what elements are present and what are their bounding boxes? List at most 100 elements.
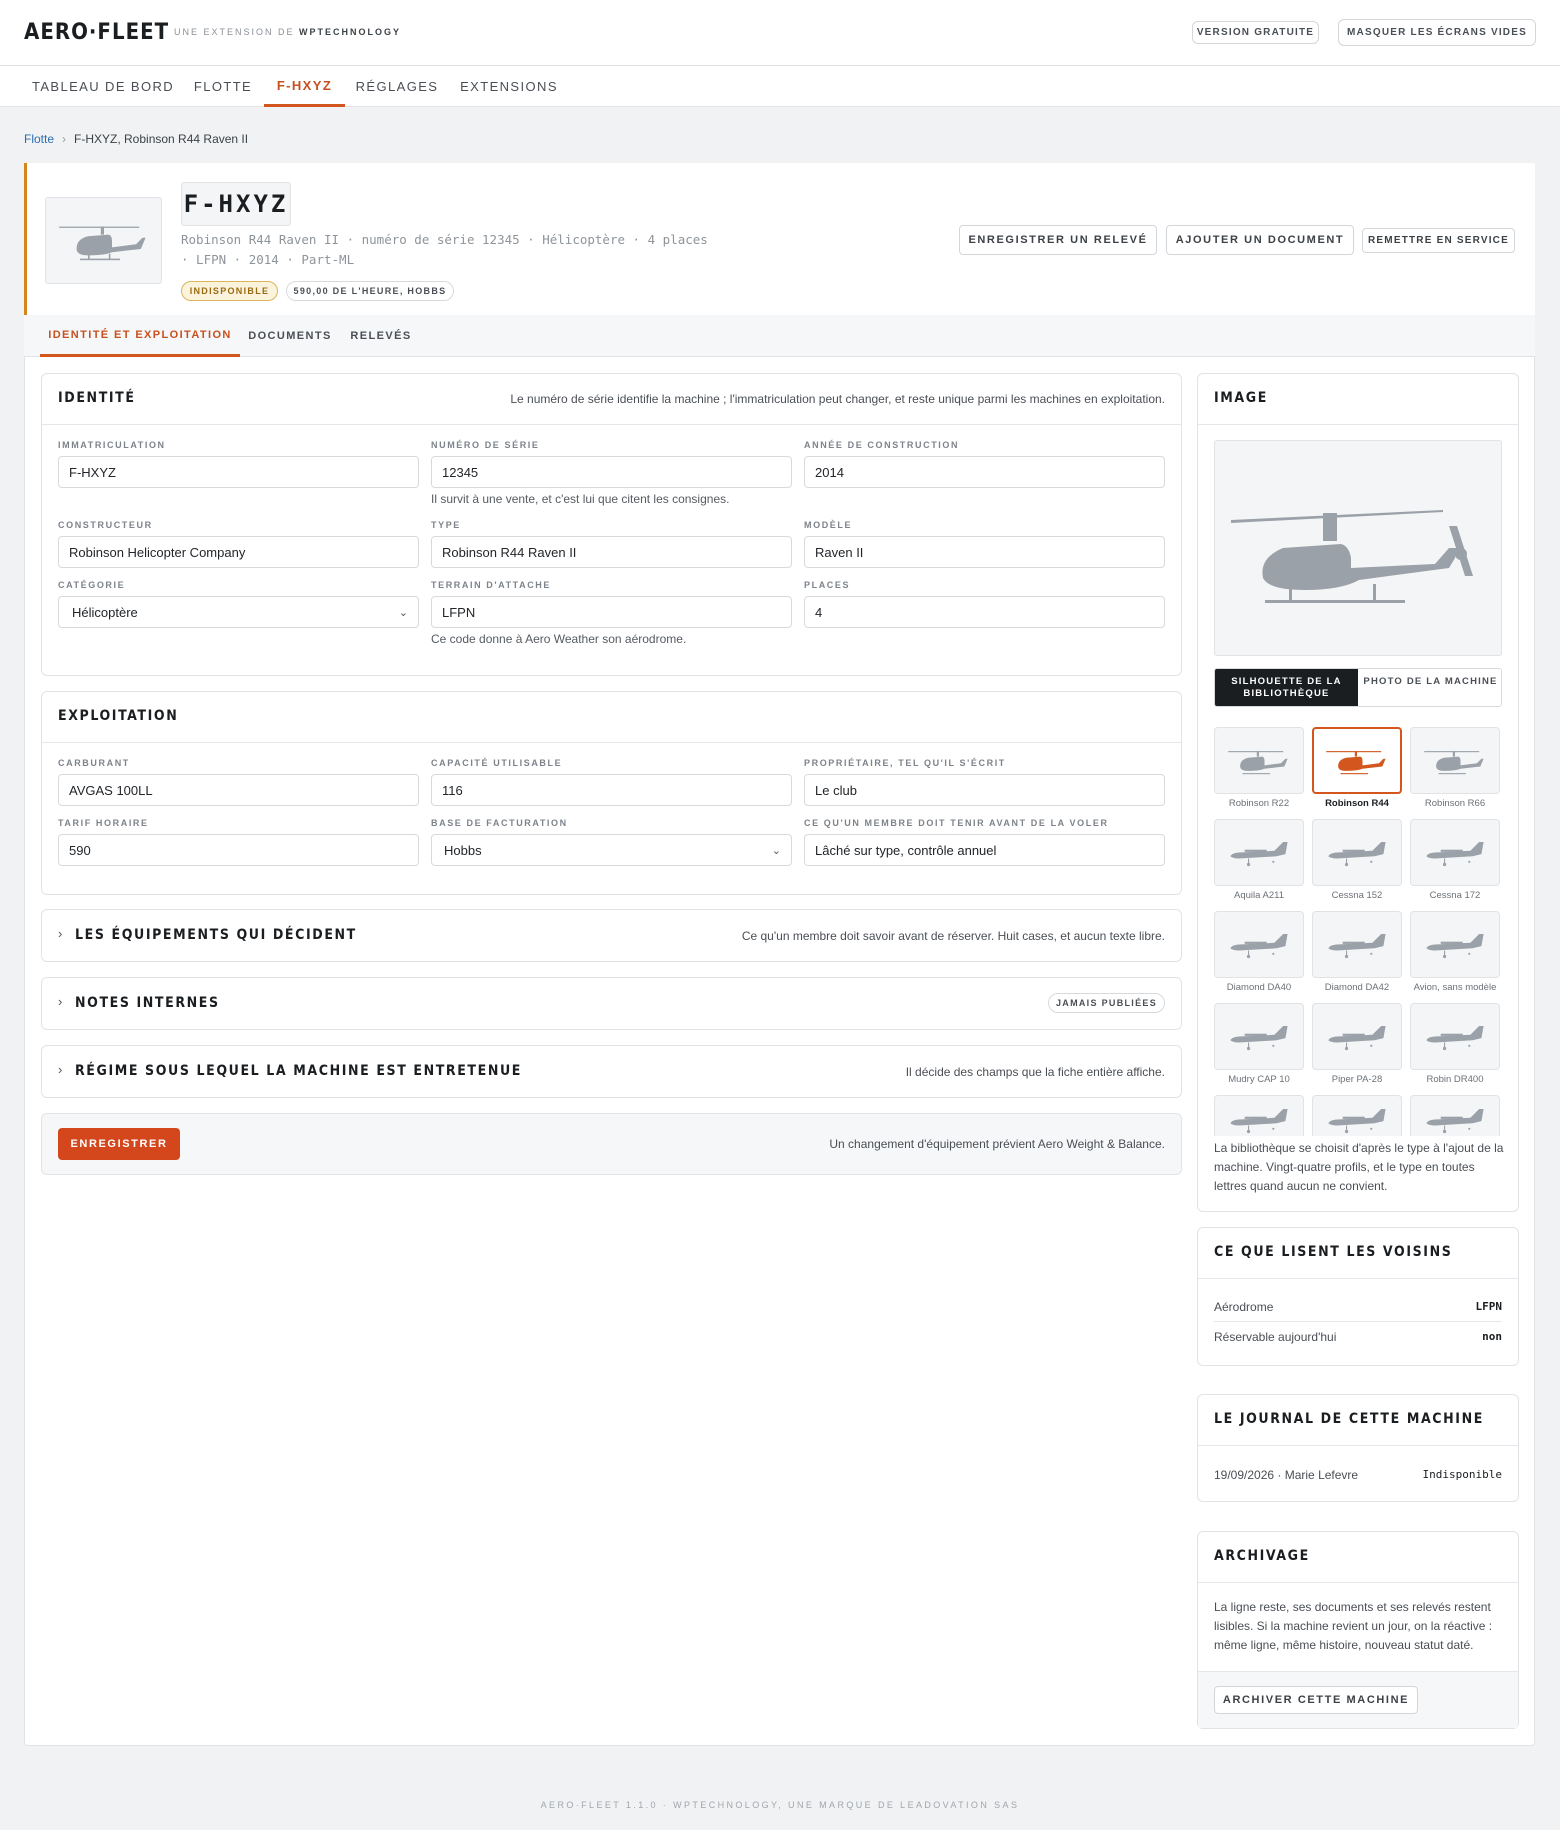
registration-plate: F-HXYZ — [181, 182, 291, 226]
silhouette-option[interactable] — [1410, 1095, 1500, 1136]
silhouette-label: Diamond DA40 — [1226, 982, 1292, 993]
silhouette-label: Diamond DA42 — [1324, 982, 1390, 993]
silhouette-option[interactable] — [1312, 819, 1402, 886]
library-help: La bibliothèque se choisit d'après le ty… — [1214, 1141, 1504, 1193]
silhouette-label: Cessna 172 — [1429, 890, 1481, 901]
status-badge: INDISPONIBLE — [181, 281, 278, 301]
silhouette-option[interactable] — [1410, 727, 1500, 794]
registration-input[interactable]: F-HXYZ — [58, 456, 419, 488]
type-label: TYPE — [431, 520, 461, 530]
archive-machine-button[interactable]: ARCHIVER CETTE MACHINE — [1214, 1686, 1418, 1714]
rate-input[interactable]: 590 — [58, 834, 419, 866]
silhouette-option[interactable] — [1214, 819, 1304, 886]
type-input[interactable]: Robinson R44 Raven II — [431, 536, 792, 568]
tab-identity-operation[interactable]: IDENTITÉ ET EXPLOITATION — [40, 315, 240, 357]
maintenance-regime-title[interactable]: RÉGIME SOUS LEQUEL LA MACHINE EST ENTRET… — [75, 1063, 522, 1079]
divider — [1198, 1445, 1518, 1446]
archive-text: La ligne reste, ses documents et ses rel… — [1214, 1600, 1493, 1652]
manufacturer-input[interactable]: Robinson Helicopter Company — [58, 536, 419, 568]
machine-photo-option[interactable]: PHOTO DE LA MACHINE — [1358, 669, 1501, 706]
aircraft-meta: Robinson R44 Raven II · numéro de série … — [181, 232, 708, 267]
requirement-input[interactable]: Lâché sur type, contrôle annuel — [804, 834, 1165, 866]
return-to-service-button[interactable]: REMETTRE EN SERVICE — [1362, 228, 1515, 253]
year-input[interactable]: 2014 — [804, 456, 1165, 488]
model-label: MODÈLE — [804, 520, 853, 530]
tab-readings[interactable]: RELEVÉS — [340, 315, 422, 357]
silhouette-label: Avion, sans modèle — [1413, 982, 1497, 993]
add-document-button[interactable]: AJOUTER UN DOCUMENT — [1166, 225, 1354, 255]
nav-tab-aircraft[interactable]: F-HXYZ — [264, 66, 345, 107]
save-button[interactable]: ENREGISTRER — [58, 1128, 180, 1160]
silhouette-option[interactable] — [1312, 1095, 1402, 1136]
divider — [1198, 424, 1518, 425]
tagline: UNE EXTENSION DE WPTECHNOLOGY — [174, 27, 402, 37]
silhouette-label: Mudry CAP 10 — [1228, 1074, 1290, 1085]
silhouette-option[interactable] — [1410, 1003, 1500, 1070]
fuel-input[interactable]: AVGAS 100LL — [58, 774, 419, 806]
bookable-today-value: non — [1482, 1330, 1502, 1343]
app-logo[interactable]: AERO·FLEET — [24, 20, 169, 45]
breadcrumb-fleet-link[interactable]: Flotte — [24, 132, 54, 146]
journal-status: Indisponible — [1422, 1468, 1502, 1481]
silhouette-label: Robinson R22 — [1228, 798, 1290, 809]
breadcrumb-separator: › — [62, 132, 67, 146]
capacity-label: CAPACITÉ UTILISABLE — [431, 758, 563, 768]
library-silhouette-option[interactable]: SILHOUETTE DE LA BIBLIOTHÈQUE — [1215, 669, 1358, 706]
silhouette-option[interactable] — [1312, 1003, 1402, 1070]
hourly-rate-badge: 590,00 DE L'HEURE, HOBBS — [286, 281, 454, 301]
billing-label: BASE DE FACTURATION — [431, 818, 568, 828]
serial-input[interactable]: 12345 — [431, 456, 792, 488]
silhouette-option[interactable] — [1312, 911, 1402, 978]
equipment-title[interactable]: LES ÉQUIPEMENTS QUI DÉCIDENT — [75, 927, 357, 943]
top-bar: AERO·FLEET UNE EXTENSION DE WPTECHNOLOGY… — [0, 0, 1560, 66]
requirement-label: CE QU'UN MEMBRE DOIT TENIR AVANT DE LA V… — [804, 818, 1109, 828]
silhouette-label: Aquila A211 — [1233, 890, 1284, 901]
nav-tab-fleet[interactable]: FLOTTE — [182, 66, 264, 107]
silhouette-option[interactable] — [1312, 727, 1402, 794]
silhouette-option[interactable] — [1214, 1003, 1304, 1070]
silhouette-option[interactable] — [1214, 911, 1304, 978]
nav-tab-settings[interactable]: RÉGLAGES — [345, 66, 449, 107]
free-version-button[interactable]: VERSION GRATUITE — [1192, 21, 1319, 44]
archive-title: ARCHIVAGE — [1214, 1548, 1310, 1564]
model-input[interactable]: Raven II — [804, 536, 1165, 568]
silhouette-label: Robinson R66 — [1424, 798, 1486, 809]
capacity-input[interactable]: 116 — [431, 774, 792, 806]
manufacturer-label: CONSTRUCTEUR — [58, 520, 153, 530]
hide-empty-screens-button[interactable]: MASQUER LES ÉCRANS VIDES — [1338, 19, 1536, 46]
silhouette-label: Cessna 152 — [1331, 890, 1383, 901]
silhouette-option[interactable] — [1410, 819, 1500, 886]
helicopter-silhouette-icon — [1231, 510, 1473, 603]
nav-tab-dashboard[interactable]: TABLEAU DE BORD — [24, 66, 182, 107]
seats-input[interactable]: 4 — [804, 596, 1165, 628]
internal-notes-title[interactable]: NOTES INTERNES — [75, 995, 220, 1011]
journal-entry: 19/09/2026 · Marie Lefevre — [1214, 1468, 1359, 1482]
chevron-right-icon: › — [58, 1062, 63, 1077]
rate-label: TARIF HORAIRE — [58, 818, 149, 828]
nav-tab-extensions[interactable]: EXTENSIONS — [449, 66, 569, 107]
owner-label: PROPRIÉTAIRE, TEL QU'IL S'ÉCRIT — [804, 758, 1006, 768]
owner-input[interactable]: Le club — [804, 774, 1165, 806]
divider — [42, 424, 1181, 425]
silhouette-label: Piper PA-28 — [1331, 1074, 1383, 1085]
billing-select[interactable]: Hobbs ⌄ — [431, 834, 792, 866]
serial-label: NUMÉRO DE SÉRIE — [431, 440, 540, 450]
registration-label: IMMATRICULATION — [58, 440, 166, 450]
record-reading-button[interactable]: ENREGISTRER UN RELEVÉ — [959, 225, 1157, 255]
category-label: CATÉGORIE — [58, 580, 126, 590]
aerodrome-key: Aérodrome — [1214, 1300, 1274, 1314]
silhouette-label: Robinson R44 — [1325, 798, 1389, 809]
silhouette-option[interactable] — [1214, 727, 1304, 794]
neighbors-title: CE QUE LISENT LES VOISINS — [1214, 1244, 1453, 1260]
save-note: Un changement d'équipement prévient Aero… — [829, 1137, 1165, 1151]
equipment-note: Ce qu'un membre doit savoir avant de rés… — [741, 929, 1165, 943]
category-select[interactable]: Hélicoptère ⌄ — [58, 596, 419, 628]
silhouette-option[interactable] — [1214, 1095, 1304, 1136]
divider — [1198, 1582, 1518, 1583]
breadcrumb-current: F-HXYZ, Robinson R44 Raven II — [74, 132, 249, 146]
silhouette-option[interactable] — [1410, 911, 1500, 978]
identity-section — [41, 373, 1182, 676]
chevron-down-icon: ⌄ — [398, 606, 408, 619]
tab-documents[interactable]: DOCUMENTS — [240, 315, 340, 357]
base-input[interactable]: LFPN — [431, 596, 792, 628]
